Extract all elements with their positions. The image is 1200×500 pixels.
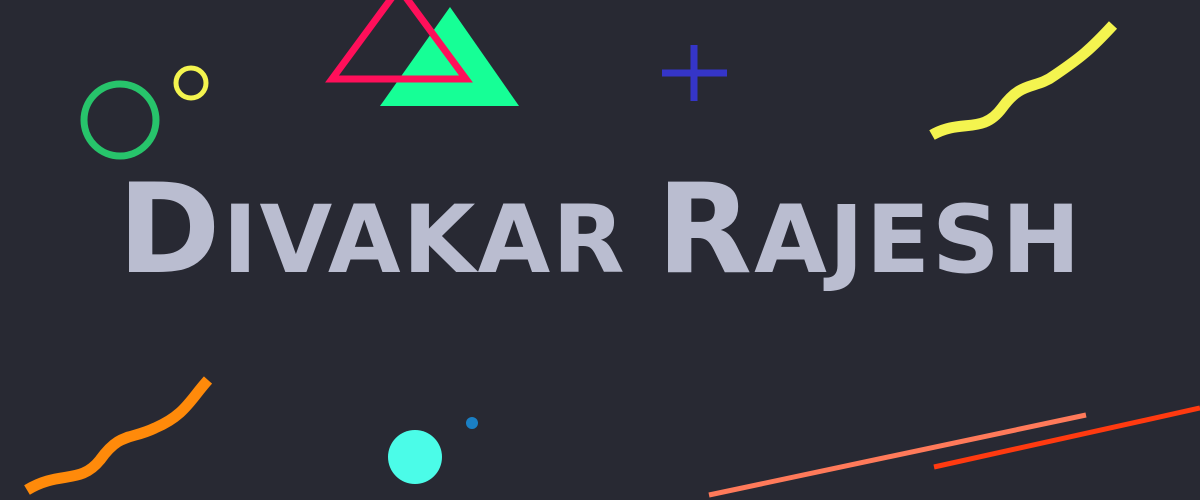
first-word-rest: IVAKAR: [222, 186, 627, 295]
yellow-squiggle-icon: [929, 21, 1118, 140]
cyan-circle-icon: [388, 430, 442, 484]
blue-dot-icon: [466, 417, 478, 429]
banner: DIVAKAR RAJESH: [0, 0, 1200, 500]
green-ring-icon: [80, 80, 160, 160]
second-word-initial: R: [656, 158, 755, 302]
plus-icon: [662, 45, 727, 101]
first-word-initial: D: [117, 158, 223, 302]
second-word-rest: AJESH: [754, 186, 1083, 295]
small-yellow-ring-icon: [173, 65, 209, 101]
page-title: DIVAKAR RAJESH: [0, 168, 1200, 292]
orange-squiggle-icon: [24, 376, 213, 495]
salmon-line-icon: [708, 412, 1087, 498]
